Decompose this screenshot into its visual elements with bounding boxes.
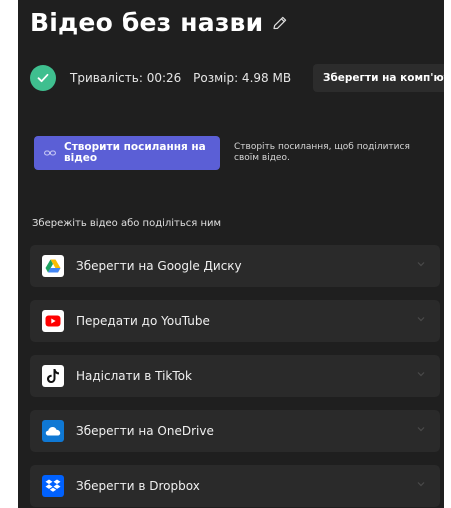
- share-google-drive[interactable]: Зберегти на Google Диску: [30, 245, 440, 287]
- share-item-label: Надіслати в TikTok: [76, 369, 192, 383]
- link-icon: [44, 147, 56, 160]
- tiktok-icon: [42, 365, 64, 387]
- checkmark-icon: [30, 65, 56, 91]
- save-to-computer-button[interactable]: Зберегти на комп'ютері: [313, 64, 444, 92]
- share-item-label: Зберегти на OneDrive: [76, 424, 214, 438]
- create-link-button[interactable]: Створити посилання на відео: [34, 136, 220, 170]
- youtube-icon: [42, 310, 64, 332]
- size-text: Розмір: 4.98 MB: [193, 71, 292, 85]
- video-info: Тривалість: 00:26 Розмір: 4.98 MB: [70, 71, 299, 85]
- chevron-down-icon: [417, 317, 425, 322]
- pencil-icon[interactable]: [271, 14, 289, 32]
- create-link-label: Створити посилання на відео: [64, 141, 206, 164]
- chevron-down-icon: [417, 482, 425, 487]
- share-youtube[interactable]: Передати до YouTube: [30, 300, 440, 342]
- status-row: Тривалість: 00:26 Розмір: 4.98 MB Зберег…: [30, 64, 444, 94]
- share-onedrive[interactable]: Зберегти на OneDrive: [30, 410, 440, 452]
- export-panel: Відео без назви Тривалість: 00:26 Розмір…: [18, 0, 444, 508]
- google-drive-icon: [42, 255, 64, 277]
- video-title[interactable]: Відео без назви: [30, 8, 263, 37]
- share-dropbox[interactable]: Зберегти в Dropbox: [30, 465, 440, 507]
- duration-text: Тривалість: 00:26: [70, 71, 182, 85]
- dropbox-icon: [42, 475, 64, 497]
- title-row: Відео без назви: [30, 8, 289, 37]
- create-link-description: Створіть посилання, щоб поділитися своїм…: [234, 142, 410, 163]
- share-item-label: Передати до YouTube: [76, 314, 210, 328]
- share-item-label: Зберегти на Google Диску: [76, 259, 242, 273]
- chevron-down-icon: [417, 427, 425, 432]
- onedrive-icon: [42, 420, 64, 442]
- chevron-down-icon: [417, 262, 425, 267]
- share-item-label: Зберегти в Dropbox: [76, 479, 200, 493]
- share-tiktok[interactable]: Надіслати в TikTok: [30, 355, 440, 397]
- share-section-label: Збережіть відео або поділіться ним: [32, 218, 222, 229]
- chevron-down-icon: [417, 372, 425, 377]
